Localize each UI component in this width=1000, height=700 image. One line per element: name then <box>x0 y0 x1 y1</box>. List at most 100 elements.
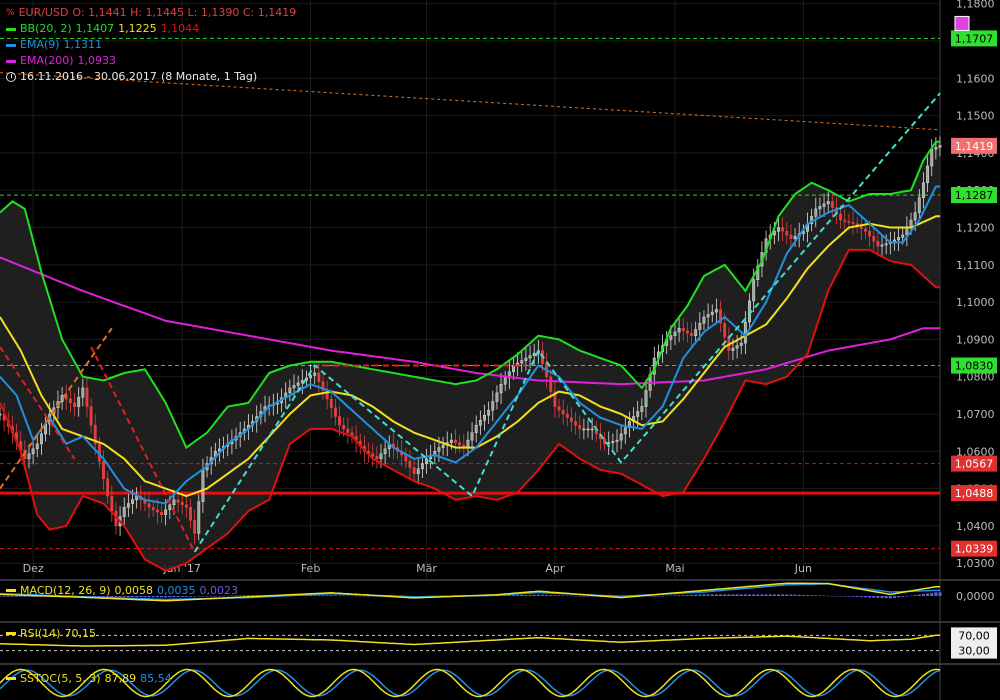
legend-ema200-label: EMA(200) <box>20 54 74 67</box>
macd-histogram-bar <box>367 596 371 597</box>
macd-histogram-bar <box>768 594 772 596</box>
macd-histogram-bar <box>553 595 557 596</box>
sstoc-v2: 85,54 <box>140 672 172 685</box>
candle-body <box>859 226 863 230</box>
candle-body <box>317 372 321 382</box>
candle-body <box>296 382 300 386</box>
candle-body <box>785 231 789 236</box>
macd-histogram-bar <box>868 596 872 598</box>
legend-bb-row[interactable]: BB(20, 2) 1,1407 1,1225 1,1044 <box>6 21 300 37</box>
candle-body <box>872 235 876 242</box>
macd-histogram-bar <box>706 594 710 596</box>
candle-body <box>619 433 623 441</box>
candle-body <box>483 415 486 421</box>
candle-body <box>495 392 499 402</box>
price-level-label: 1,0567 <box>955 458 994 471</box>
macd-histogram-bar <box>727 594 731 596</box>
candle-body <box>565 413 569 418</box>
macd-histogram-bar <box>810 595 814 596</box>
candle-body <box>201 469 205 502</box>
rsi-legend[interactable]: RSI(14) 70,15 <box>6 627 100 640</box>
macd-histogram-bar <box>329 595 333 596</box>
macd-histogram-bar <box>536 594 540 596</box>
macd-histogram-bar <box>909 595 913 597</box>
macd-legend[interactable]: MACD(12, 26, 9) 0,0058 0,0035 0,0023 <box>6 584 242 597</box>
macd-histogram-bar <box>321 595 325 596</box>
macd-histogram-bar <box>863 596 867 598</box>
macd-histogram-bar <box>797 594 801 596</box>
candle-body <box>81 387 85 398</box>
chart-legend: % EUR/USD O: 1,1441 H: 1,1445 L: 1,1390 … <box>6 5 300 85</box>
macd-histogram-bar <box>719 594 723 596</box>
macd-histogram-bar <box>528 594 532 596</box>
sstoc-label: SSTOC(5, 5, 3) <box>20 672 101 685</box>
legend-range: 16.11.2016 - 30.06.2017 <box>20 70 157 83</box>
candle-body <box>168 504 172 511</box>
macd-histogram-bar <box>789 594 793 596</box>
candle-body <box>574 421 578 426</box>
macd-histogram-bar <box>847 596 851 597</box>
candle-body <box>901 234 905 238</box>
sstoc-swatch-icon <box>6 677 16 680</box>
candle-body <box>68 398 72 404</box>
target-marker-icon <box>954 15 970 31</box>
candle-body <box>694 329 698 336</box>
candle-body <box>528 355 532 359</box>
candle-body <box>131 499 134 504</box>
candle-body <box>839 213 843 221</box>
macd-histogram-bar <box>561 595 565 596</box>
macd-histogram-bar <box>652 596 656 597</box>
candle-body <box>876 240 880 247</box>
candle-body <box>561 410 565 415</box>
sstoc-legend[interactable]: SSTOC(5, 5, 3) 87,89 85,54 <box>6 672 176 685</box>
candle-body <box>487 410 491 416</box>
macd-histogram-bar <box>822 595 826 597</box>
candle-body <box>926 165 930 184</box>
macd-histogram-bar <box>582 596 586 597</box>
macd-histogram-bar <box>934 592 938 596</box>
macd-histogram-bar <box>785 594 789 596</box>
macd-histogram-bar <box>805 595 809 596</box>
y-tick-label: 1,1000 <box>956 296 995 309</box>
candle-body <box>636 411 640 417</box>
candle-body <box>292 385 296 389</box>
legend-symbol[interactable]: EUR/USD <box>19 5 69 21</box>
macd-histogram-bar <box>855 596 859 597</box>
macd-histogram-bar <box>362 595 366 597</box>
candle-body <box>420 463 424 469</box>
macd-histogram-bar <box>694 594 698 596</box>
candle-body <box>640 406 644 412</box>
macd-histogram-bar <box>905 596 909 597</box>
candle-body <box>681 327 685 331</box>
y-tick-label: 1,1500 <box>956 110 995 123</box>
candle-body <box>905 227 909 236</box>
macd-histogram-bar <box>342 595 346 596</box>
candle-body <box>77 396 81 407</box>
macd-histogram-bar <box>346 595 350 597</box>
candle-body <box>822 203 826 207</box>
candle-body <box>570 417 573 422</box>
candle-body <box>371 453 375 457</box>
macd-histogram-bar <box>714 594 718 596</box>
macd-histogram-bar <box>872 596 876 598</box>
legend-ohlc: O: 1,1441 H: 1,1445 L: 1,1390 C: 1,1419 <box>72 6 297 19</box>
candle-body <box>731 347 735 351</box>
candle-body <box>470 432 474 441</box>
legend-ema9-label: EMA(9) <box>20 38 60 51</box>
candle-body <box>404 454 408 462</box>
y-tick-label: 1,0900 <box>956 333 995 346</box>
macd-histogram-bar <box>921 593 925 596</box>
candle-body <box>164 509 168 515</box>
macd-histogram-bar <box>574 595 578 597</box>
macd-histogram-bar <box>930 592 934 596</box>
macd-histogram-bar <box>578 596 582 597</box>
candle-body <box>578 424 582 430</box>
macd-histogram-bar <box>317 595 321 596</box>
candle-body <box>723 323 727 338</box>
clock-icon <box>6 72 16 82</box>
x-month-label: Mär <box>416 562 437 575</box>
macd-histogram-bar <box>826 595 830 597</box>
legend-ema9-row[interactable]: EMA(9) 1,1311 <box>6 37 300 53</box>
macd-histogram-bar <box>673 595 677 596</box>
legend-ema200-row[interactable]: EMA(200) 1,0933 <box>6 53 300 69</box>
